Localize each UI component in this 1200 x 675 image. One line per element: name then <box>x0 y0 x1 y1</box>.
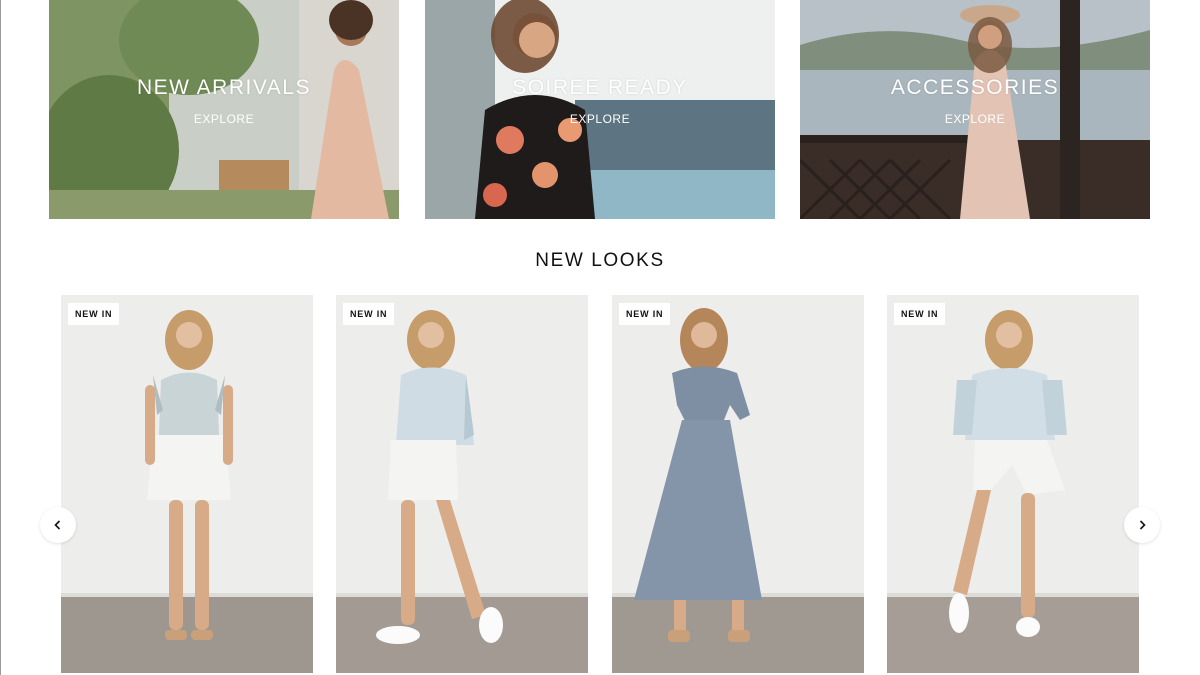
new-looks-heading: NEW LOOKS <box>535 250 665 271</box>
category-title: ACCESSORIES <box>890 76 1060 99</box>
category-image-accessories <box>800 0 1150 219</box>
product-image <box>61 295 313 673</box>
product-card[interactable]: NEW IN <box>887 295 1139 673</box>
product-card[interactable]: NEW IN <box>612 295 864 673</box>
new-in-badge: NEW IN <box>894 303 946 325</box>
product-image <box>612 295 864 673</box>
explore-link[interactable]: EXPLORE <box>49 112 399 126</box>
chevron-right-icon <box>1139 520 1146 530</box>
category-title: NEW ARRIVALS <box>137 76 311 99</box>
new-in-badge: NEW IN <box>343 303 395 325</box>
new-in-badge: NEW IN <box>68 303 120 325</box>
category-title: SOIREE READY <box>512 76 688 99</box>
explore-link[interactable]: EXPLORE <box>800 112 1150 126</box>
product-card[interactable]: NEW IN <box>61 295 313 673</box>
new-in-badge: NEW IN <box>619 303 671 325</box>
page-left-border <box>0 0 1 675</box>
category-image-new-arrivals <box>49 0 399 219</box>
product-image <box>887 295 1139 673</box>
carousel-next-button[interactable] <box>1124 507 1160 543</box>
category-tile-new-arrivals[interactable]: NEW ARRIVALS EXPLORE <box>49 0 399 219</box>
chevron-left-icon <box>54 520 61 530</box>
product-card[interactable]: NEW IN <box>336 295 588 673</box>
carousel-prev-button[interactable] <box>40 507 76 543</box>
category-tile-soiree-ready[interactable]: SOIREE READY EXPLORE <box>425 0 775 219</box>
product-image <box>336 295 588 673</box>
category-tile-accessories[interactable]: ACCESSORIES EXPLORE <box>800 0 1150 219</box>
explore-link[interactable]: EXPLORE <box>425 112 775 126</box>
category-image-soiree-ready <box>425 0 775 219</box>
